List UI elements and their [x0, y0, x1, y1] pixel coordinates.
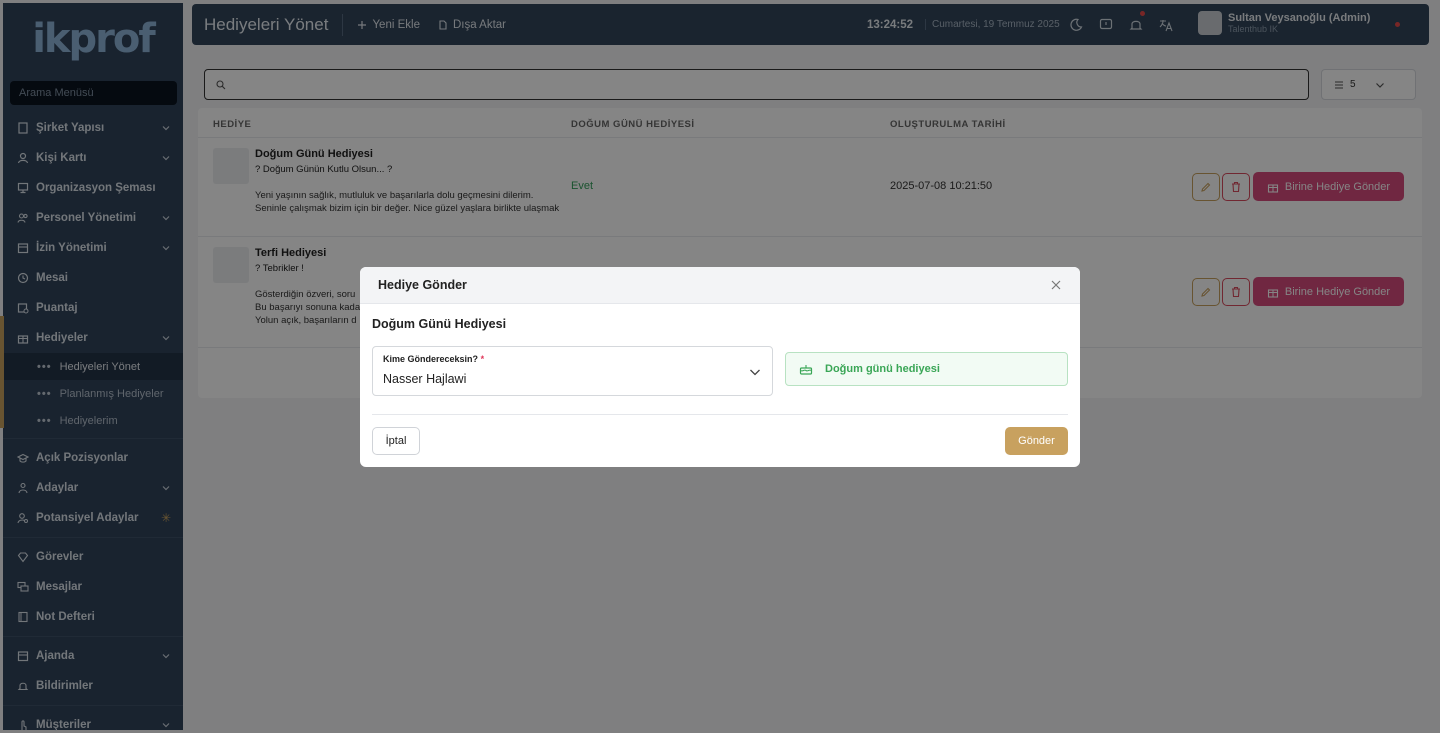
gift-name-heading: Doğum Günü Hediyesi — [372, 317, 507, 331]
send-button[interactable]: Gönder — [1005, 427, 1068, 455]
required-mark: * — [480, 354, 485, 364]
recipient-label: Kime Göndereceksin? * — [383, 354, 485, 364]
gift-type-label: Doğum günü hediyesi — [825, 363, 940, 375]
send-gift-modal: Hediye Gönder Doğum Günü Hediyesi Kime G… — [360, 267, 1080, 467]
modal-header: Hediye Gönder — [360, 267, 1080, 304]
recipient-select[interactable]: Kime Göndereceksin? * Nasser Hajlawi — [372, 346, 773, 396]
cake-icon — [799, 365, 813, 375]
cancel-button[interactable]: İptal — [372, 427, 420, 455]
divider — [372, 414, 1068, 415]
recipient-value: Nasser Hajlawi — [383, 372, 467, 386]
chevron-down-icon — [750, 369, 760, 376]
close-icon[interactable] — [1050, 279, 1062, 291]
gift-type-badge: Doğum günü hediyesi — [785, 352, 1068, 386]
modal-title: Hediye Gönder — [378, 278, 467, 292]
